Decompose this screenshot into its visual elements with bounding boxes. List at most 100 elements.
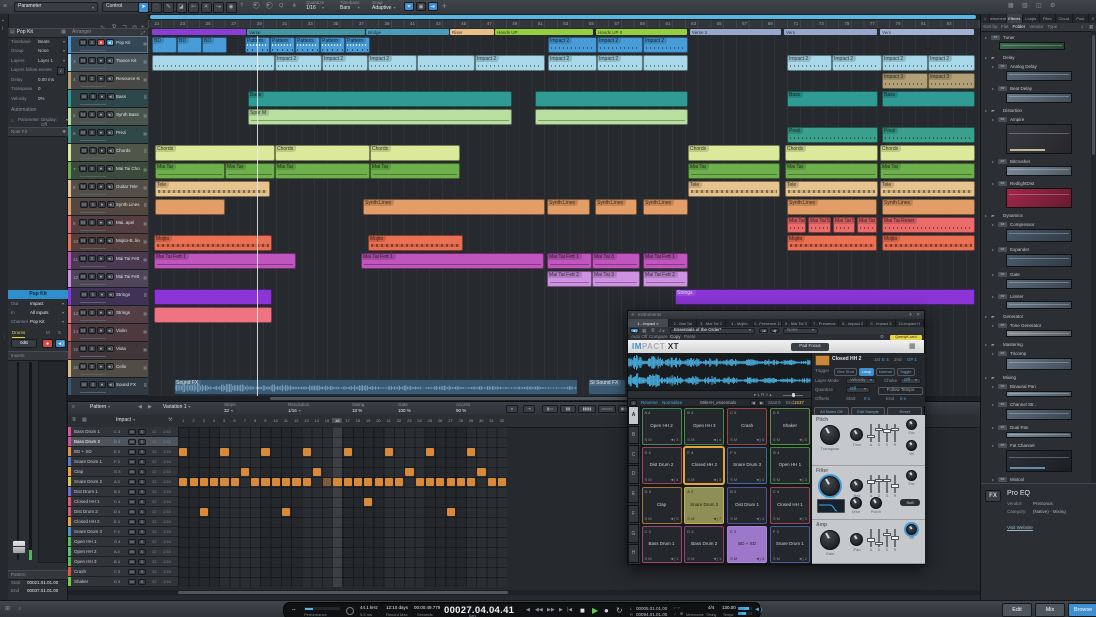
tree-item-mixtool[interactable]: ▸ FX Mixtool <box>981 475 1090 483</box>
adsr-slider-r[interactable] <box>891 529 899 547</box>
next-variation-icon[interactable]: ▶ <box>148 404 152 411</box>
tree-item-mixing[interactable]: ▸ ▰ Mixing <box>981 373 1090 382</box>
clip[interactable]: Chords <box>275 145 370 161</box>
step-cell-on[interactable] <box>405 468 414 476</box>
record-arm-button[interactable]: ● <box>97 363 105 370</box>
clip[interactable]: Pattern <box>295 37 320 53</box>
clip[interactable]: Synth Lines <box>882 199 975 215</box>
tree-item-bitcrusher[interactable]: ▸ FX Bitcrusher <box>981 157 1090 166</box>
choke-value[interactable]: Off <box>900 377 921 384</box>
drum-pad-snare-drum-3[interactable]: F 4 Snare Drum 3 S M ◄) 4 <box>727 447 768 484</box>
track-header-synth-bass[interactable]: 5 M S ● ◄) Synth Bass ▦ <box>68 108 148 126</box>
browser-filter-icon[interactable]: ⌕ <box>1081 24 1084 30</box>
pad-solo-mute[interactable]: S M <box>645 477 652 482</box>
pattern-row-closed-hh-1[interactable]: Closed HH 1 C 4 M S 32 1/16 <box>68 497 178 507</box>
plugin-tab[interactable]: 6 - Mai Tai 3 <box>782 319 811 327</box>
inspector-row-value[interactable]: 0 <box>38 86 65 91</box>
tree-expand-arrow[interactable]: ▸ <box>985 342 987 347</box>
quantize-group[interactable]: Quantize 1/16 <box>306 0 324 11</box>
drum-pad-open-hh-2[interactable]: A 4 Open HH 2 S M ◄) 3 <box>641 407 682 445</box>
drum-pad-bass-drum-1[interactable]: C 3 Bass Drum 1 S M ◄) 1 <box>641 526 682 563</box>
play-button[interactable]: ▶ <box>592 606 598 615</box>
tree-expand-arrow[interactable]: ▸ <box>985 108 987 113</box>
step-cell-on[interactable] <box>261 448 270 456</box>
record-arm-button[interactable]: ● <box>98 147 106 154</box>
record-pattern-icon[interactable]: ● <box>506 404 518 413</box>
adsr-slider-s[interactable] <box>883 475 891 493</box>
monitor-button[interactable]: ◄) <box>106 129 114 136</box>
row-solo-button[interactable]: S <box>138 538 146 545</box>
mute-button[interactable]: M <box>79 39 87 46</box>
row-solo-button[interactable]: S <box>138 488 146 495</box>
step-cell-on[interactable] <box>302 478 311 486</box>
row-mute-button[interactable]: M <box>128 448 136 455</box>
mute-button[interactable]: M <box>80 147 88 154</box>
step-cell-on[interactable] <box>395 478 404 486</box>
monitor-button[interactable]: ◄) <box>55 339 66 348</box>
row-mute-button[interactable]: M <box>128 568 136 575</box>
pad-bank-G[interactable]: G <box>628 524 639 543</box>
clip[interactable]: Mai Tai 5 <box>857 217 877 233</box>
clip[interactable]: Chords <box>688 145 780 161</box>
tree-expand-arrow[interactable]: ▸ <box>985 55 987 60</box>
speaker-on-icon[interactable]: ◄) <box>630 328 639 333</box>
resolution-value[interactable]: 1/16 <box>288 408 301 414</box>
step-cell-on[interactable] <box>415 478 424 486</box>
row-mute-button[interactable]: M <box>128 468 136 475</box>
pad-solo-mute[interactable]: S M <box>773 437 780 442</box>
row-mute-button[interactable]: M <box>128 528 136 535</box>
bar-8-icon[interactable]: ▭▭▭ <box>598 404 616 413</box>
track-volume-slider[interactable] <box>80 247 106 249</box>
track-header-violin[interactable]: 14 M S ● ◄) Violin ▦ <box>68 324 148 342</box>
tree-expand-arrow[interactable]: ▸ <box>992 323 994 328</box>
clip[interactable]: Prezi <box>882 127 975 143</box>
clip[interactable]: Mai Tai <box>225 163 275 179</box>
adsr-slider-a[interactable] <box>867 475 875 493</box>
clip[interactable] <box>154 307 272 323</box>
track-header-mojito-b-line[interactable]: 10 M S ● ◄) Mojito-B..line ▦ <box>68 234 148 252</box>
track-volume-slider[interactable] <box>80 85 106 87</box>
pattern-end-value[interactable]: 00037.01.01.00 <box>27 588 58 594</box>
clip[interactable]: Impact 3 <box>882 73 928 89</box>
monitor-button[interactable]: ◄) <box>106 219 114 226</box>
plugin-tab[interactable]: 4 - Mojito <box>726 319 754 327</box>
dup-pattern-icon[interactable]: ⊞ <box>5 606 10 613</box>
eraser-tool-icon[interactable]: ◪ <box>175 1 187 13</box>
events-icon[interactable]: ≣ <box>651 328 655 334</box>
wave-zoom-slider[interactable] <box>783 393 803 397</box>
clip[interactable]: Synth Lines <box>643 199 688 215</box>
prev-variation-icon[interactable]: ◀ <box>138 404 142 411</box>
drums-tab[interactable]: Drums <box>12 330 26 338</box>
monitor-button[interactable]: ◄) <box>106 255 114 262</box>
soft-button[interactable]: Soft <box>900 499 920 506</box>
drum-pad-dist-drum-2[interactable]: D 4 Dist Drum 2 S M ◄) 4 <box>641 447 682 484</box>
return-to-start-icon[interactable]: |◀ <box>567 607 572 614</box>
monitor-button[interactable]: ◄) <box>106 273 114 280</box>
track-header-strings[interactable]: 13 M S ● ◄) Strings ▦ <box>68 306 148 324</box>
mute-tool-icon[interactable]: ✕ <box>200 1 212 13</box>
clip[interactable]: Mai Tai 5 <box>808 217 831 233</box>
time-signature[interactable]: 4/4 <box>708 605 714 611</box>
clip[interactable]: Mai Tai Fett 1 <box>643 253 688 269</box>
track-header-bass[interactable]: M S ● ◄) Bass ≣ <box>68 90 148 108</box>
pad-solo-mute[interactable]: S M <box>687 516 694 521</box>
clip[interactable]: BD <box>152 37 177 53</box>
preset-select[interactable]: Essentials of the Order* <box>670 327 755 334</box>
clip[interactable]: Mai Tai <box>880 163 975 179</box>
loop-start[interactable]: 00005.01.01.00 <box>636 606 667 611</box>
tree-expand-arrow[interactable]: ▸ <box>992 425 994 430</box>
instrument-select[interactable]: Impact <box>116 417 135 424</box>
snap-toggle-icon[interactable]: ⌗ <box>404 2 414 11</box>
track-header-cello[interactable]: 16 M S ● ◄) Cello ▦ <box>68 360 148 378</box>
fader-track[interactable] <box>17 362 19 560</box>
pattern-row-snare-drum-2[interactable]: Snare Drum 2 A 3 M S 32 1/16 <box>68 477 178 487</box>
next-marker-icon[interactable]: ⯈⃝ <box>266 3 270 10</box>
tree-item-tricomp[interactable]: ▸ FX Tricomp <box>981 349 1090 358</box>
row-mute-button[interactable]: M <box>128 518 136 525</box>
clip[interactable]: Prezi <box>787 127 878 143</box>
pad-first-note[interactable]: E 4 <box>882 357 889 363</box>
tree-expand-arrow[interactable]: ▸ <box>992 294 994 299</box>
monitor-button[interactable]: ◄) <box>106 309 114 316</box>
step-grid[interactable] <box>178 427 507 587</box>
step-cell-on[interactable] <box>261 478 270 486</box>
